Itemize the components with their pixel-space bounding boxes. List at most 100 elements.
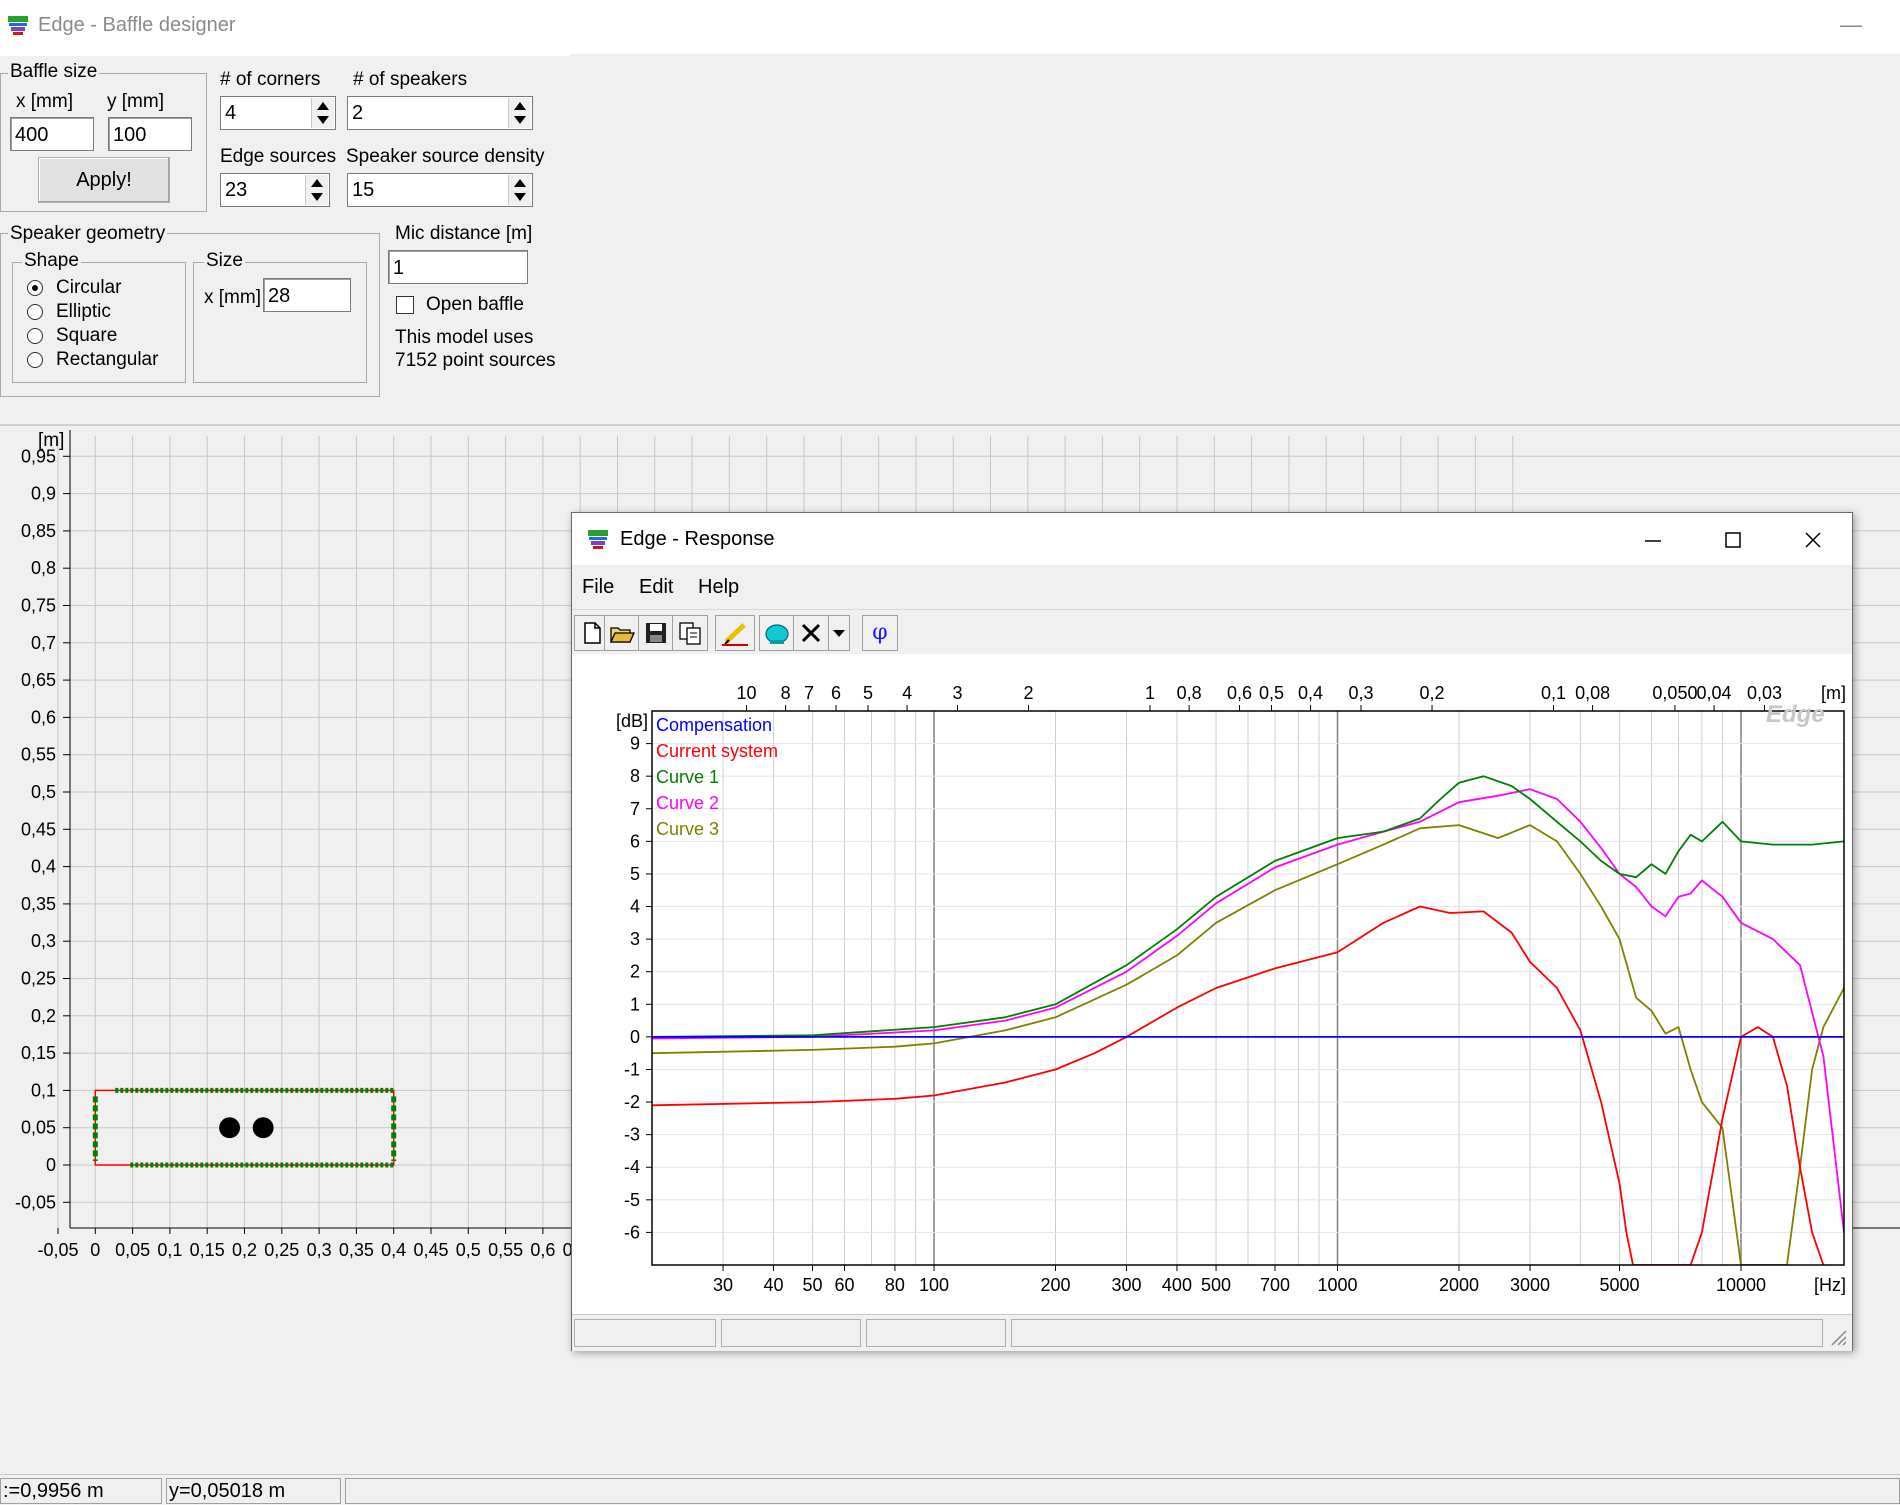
panel-separator <box>0 424 1900 426</box>
status-empty <box>345 1478 1900 1504</box>
baffle-y-input[interactable]: 100 <box>108 117 192 151</box>
chart-top-tick-label: 0,4 <box>1298 683 1323 703</box>
apply-button[interactable]: Apply! <box>38 157 170 203</box>
chart-x-tick-label: 10000 <box>1716 1275 1766 1295</box>
baffle-x-tick-label: 0,4 <box>381 1240 406 1260</box>
spin-down-icon[interactable] <box>311 193 323 201</box>
dropdown-arrow-icon[interactable] <box>828 615 850 651</box>
window-title: Edge - Baffle designer <box>38 14 236 36</box>
baffle-y-tick-label: 0,5 <box>31 782 56 802</box>
resize-grip-icon[interactable] <box>1828 1327 1848 1347</box>
chart-x-tick-label: 300 <box>1112 1275 1142 1295</box>
speaker-icon[interactable] <box>759 615 795 651</box>
shape-square-label[interactable]: Square <box>56 325 117 347</box>
spin-up-icon[interactable] <box>311 179 323 187</box>
baffle-y-tick-label: 0,75 <box>21 596 56 616</box>
response-title-bar: Edge - Response <box>572 513 1852 565</box>
shape-square-radio[interactable] <box>27 328 43 344</box>
chart-top-tick-label: 0,2 <box>1420 683 1445 703</box>
menu-file[interactable]: File <box>582 576 614 599</box>
baffle-y-tick-label: 0 <box>46 1155 56 1175</box>
spin-up-icon[interactable] <box>514 179 526 187</box>
speakers-spin-buttons[interactable] <box>508 98 531 128</box>
chart-top-tick-label: 0,050 <box>1652 683 1697 703</box>
chart-top-unit: [m] <box>1821 683 1846 703</box>
minimize-button[interactable]: — <box>1840 12 1862 38</box>
phase-icon[interactable]: φ <box>862 615 898 651</box>
baffle-x-tick-label: 0,3 <box>307 1240 332 1260</box>
app-icon <box>8 16 28 35</box>
response-status-cell-3 <box>866 1319 1006 1347</box>
shape-rectangular-radio[interactable] <box>27 352 43 368</box>
legend-entry-curve-2: Curve 2 <box>656 793 719 813</box>
chart-top-tick-label: 3 <box>952 683 962 703</box>
baffle-y-label: y [mm] <box>107 91 164 112</box>
pencil-icon[interactable] <box>715 615 755 651</box>
delete-icon[interactable] <box>793 615 829 651</box>
save-icon[interactable] <box>638 615 674 651</box>
chart-x-tick-label: 5000 <box>1600 1275 1640 1295</box>
shape-legend: Shape <box>22 250 81 272</box>
shape-circular-radio[interactable] <box>27 280 43 296</box>
spin-up-icon[interactable] <box>317 102 329 110</box>
baffle-y-tick-label: 0,7 <box>31 633 56 653</box>
corners-spin-buttons[interactable] <box>311 98 334 128</box>
menu-edit[interactable]: Edit <box>639 576 673 599</box>
chart-top-tick-label: 10 <box>737 683 757 703</box>
speakers-value: 2 <box>352 102 364 124</box>
size-x-input[interactable]: 28 <box>263 278 351 312</box>
baffle-x-tick-label: 0,2 <box>232 1240 257 1260</box>
baffle-y-tick-label: 0,9 <box>31 484 56 504</box>
close-icon[interactable] <box>1800 527 1826 553</box>
baffle-y-tick-label: 0,15 <box>21 1043 56 1063</box>
baffle-y-tick-label: 0,3 <box>31 931 56 951</box>
baffle-x-tick-label: 0,5 <box>456 1240 481 1260</box>
spin-down-icon[interactable] <box>514 116 526 124</box>
chart-y-tick-label: 6 <box>630 831 640 851</box>
baffle-y-tick-label: 0,8 <box>31 558 56 578</box>
open-baffle-checkbox[interactable] <box>396 296 414 314</box>
chart-top-tick-label: 0,5 <box>1259 683 1284 703</box>
response-window[interactable]: Edge - Response File Edit Help φ 30 40 5… <box>571 512 1853 1351</box>
copy-icon[interactable] <box>672 615 708 651</box>
open-baffle-label[interactable]: Open baffle <box>426 294 524 316</box>
source-density-spin-buttons[interactable] <box>508 175 531 205</box>
baffle-x-tick-label: 0,45 <box>413 1240 448 1260</box>
baffle-x-label: x [mm] <box>16 91 73 112</box>
spin-down-icon[interactable] <box>317 116 329 124</box>
edge-sources-spin-buttons[interactable] <box>305 175 328 205</box>
chart-top-tick-label: 0,03 <box>1747 683 1782 703</box>
baffle-x-tick-label: 0,15 <box>190 1240 225 1260</box>
chart-y-tick-label: 5 <box>630 864 640 884</box>
shape-elliptic-radio[interactable] <box>27 304 43 320</box>
baffle-y-tick-label: 0,05 <box>21 1118 56 1138</box>
baffle-x-tick-label: 0,35 <box>339 1240 374 1260</box>
baffle-x-tick-label: 0,6 <box>530 1240 555 1260</box>
chart-top-tick-label: 5 <box>863 683 873 703</box>
response-chart[interactable]: 30 40 50 60 80 100 200 300 400 500 700 1000 2000 3000… <box>572 654 1852 1314</box>
edge-sources-spinner[interactable]: 23 <box>220 173 330 207</box>
minimize-icon[interactable] <box>1640 527 1666 553</box>
speakers-spinner[interactable]: 2 <box>347 96 533 130</box>
baffle-y-tick-label: 0,25 <box>21 969 56 989</box>
mic-distance-input[interactable]: 1 <box>388 250 528 284</box>
spin-up-icon[interactable] <box>514 102 526 110</box>
source-density-spinner[interactable]: 15 <box>347 173 533 207</box>
chart-x-tick-label: 60 <box>834 1275 854 1295</box>
shape-rectangular-label[interactable]: Rectangular <box>56 349 158 371</box>
spin-down-icon[interactable] <box>514 193 526 201</box>
model-info-line2: 7152 point sources <box>395 350 556 371</box>
maximize-icon[interactable] <box>1720 527 1746 553</box>
shape-circular-label[interactable]: Circular <box>56 277 121 299</box>
menu-help[interactable]: Help <box>698 576 739 599</box>
corners-spinner[interactable]: 4 <box>220 96 336 130</box>
baffle-x-input[interactable]: 400 <box>10 117 94 151</box>
baffle-unit-label: [m] <box>38 430 64 451</box>
legend-entry-curve-1: Curve 1 <box>656 767 719 787</box>
chart-y-tick-label: 4 <box>630 897 640 917</box>
shape-elliptic-label[interactable]: Elliptic <box>56 301 111 323</box>
edge-sources-value: 23 <box>225 179 248 201</box>
open-folder-icon[interactable] <box>604 615 640 651</box>
chart-y-tick-label: -2 <box>624 1092 640 1112</box>
chart-x-tick-label: 3000 <box>1510 1275 1550 1295</box>
